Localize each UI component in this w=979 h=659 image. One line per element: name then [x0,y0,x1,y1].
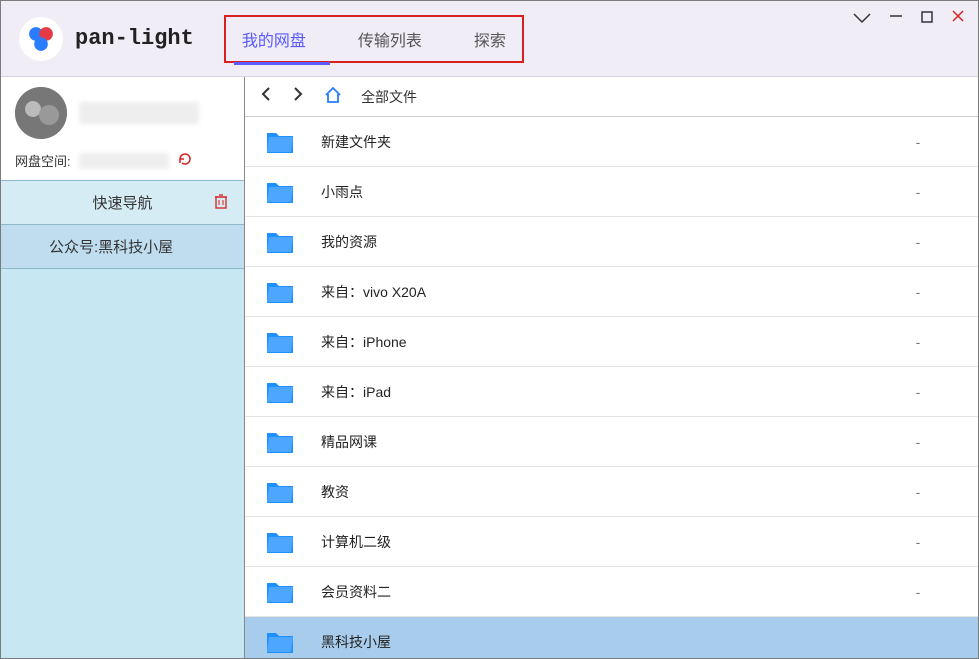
tab-explore[interactable]: 探索 [466,23,514,55]
folder-icon [265,429,295,455]
nav-forward-button[interactable] [291,86,305,107]
folder-icon [265,129,295,155]
tabs-highlight-box: 我的网盘 传输列表 探索 [224,15,524,63]
file-name: 来自：vivo X20A [321,282,878,302]
app-name: pan-light [75,26,194,51]
file-row[interactable]: 精品网课- [245,417,978,467]
file-name: 计算机二级 [321,532,878,552]
file-name: 小雨点 [321,182,878,202]
file-meta: - [878,284,958,300]
nav-public-account[interactable]: 公众号: 黑科技小屋 [1,225,244,269]
folder-icon [265,179,295,205]
breadcrumb-path[interactable]: 全部文件 [361,87,417,107]
space-value-hidden [79,153,169,169]
file-row[interactable]: 来自：iPhone- [245,317,978,367]
file-row[interactable]: 会员资料二- [245,567,978,617]
file-row[interactable]: 我的资源- [245,217,978,267]
space-label: 网盘空间: [15,151,71,170]
tab-transfer[interactable]: 传输列表 [350,23,430,55]
file-meta: - [878,534,958,550]
file-meta: - [878,384,958,400]
file-name: 我的资源 [321,232,878,252]
profile-section: 网盘空间: [1,77,244,180]
dropdown-icon[interactable] [852,8,872,29]
home-icon[interactable] [323,85,343,108]
folder-icon [265,229,295,255]
tab-my-disk[interactable]: 我的网盘 [234,23,314,55]
file-row[interactable]: 来自：iPad- [245,367,978,417]
file-row[interactable]: 教资- [245,467,978,517]
nav-quick-nav[interactable]: 快速导航 [1,181,244,225]
trash-icon[interactable] [212,192,230,214]
close-button[interactable] [950,7,966,30]
file-name: 来自：iPad [321,382,878,402]
file-meta: - [878,334,958,350]
username-hidden [79,102,199,124]
nav-quick-nav-label: 快速导航 [92,192,152,213]
file-name: 来自：iPhone [321,332,878,352]
breadcrumb-bar: 全部文件 [245,77,978,117]
window-controls [852,7,966,30]
nav-back-button[interactable] [259,86,273,107]
main-area: 网盘空间: 快速导航 公众号: 黑科技小屋 [1,77,978,658]
file-row[interactable]: 计算机二级- [245,517,978,567]
file-row[interactable]: 小雨点- [245,167,978,217]
nav-section: 快速导航 公众号: 黑科技小屋 [1,180,244,269]
folder-icon [265,529,295,555]
file-meta: - [878,134,958,150]
app-logo-icon [19,17,63,61]
file-row[interactable]: 新建文件夹- [245,117,978,167]
title-bar: pan-light 我的网盘 传输列表 探索 [1,1,978,77]
content-area: 全部文件 新建文件夹-小雨点-我的资源-来自：vivo X20A-来自：iPho… [245,77,978,658]
file-name: 精品网课 [321,432,878,452]
file-row[interactable]: 来自：vivo X20A- [245,267,978,317]
file-row[interactable]: 黑科技小屋 [245,617,978,658]
maximize-button[interactable] [920,8,934,29]
nav-public-account-label: 公众号: [49,236,98,257]
file-name: 教资 [321,482,878,502]
folder-icon [265,329,295,355]
avatar[interactable] [15,87,67,139]
file-name: 会员资料二 [321,582,878,602]
file-meta: - [878,584,958,600]
minimize-button[interactable] [888,8,904,29]
folder-icon [265,479,295,505]
logo-area: pan-light [1,17,194,61]
sidebar: 网盘空间: 快速导航 公众号: 黑科技小屋 [1,77,245,658]
refresh-icon[interactable] [177,151,193,170]
file-list: 新建文件夹-小雨点-我的资源-来自：vivo X20A-来自：iPhone-来自… [245,117,978,658]
file-name: 黑科技小屋 [321,632,878,652]
folder-icon [265,379,295,405]
file-name: 新建文件夹 [321,132,878,152]
file-meta: - [878,234,958,250]
folder-icon [265,629,295,655]
folder-icon [265,279,295,305]
tab-active-underline [234,62,330,65]
file-meta: - [878,484,958,500]
folder-icon [265,579,295,605]
file-meta: - [878,434,958,450]
file-meta: - [878,184,958,200]
nav-public-account-value: 黑科技小屋 [98,236,173,257]
